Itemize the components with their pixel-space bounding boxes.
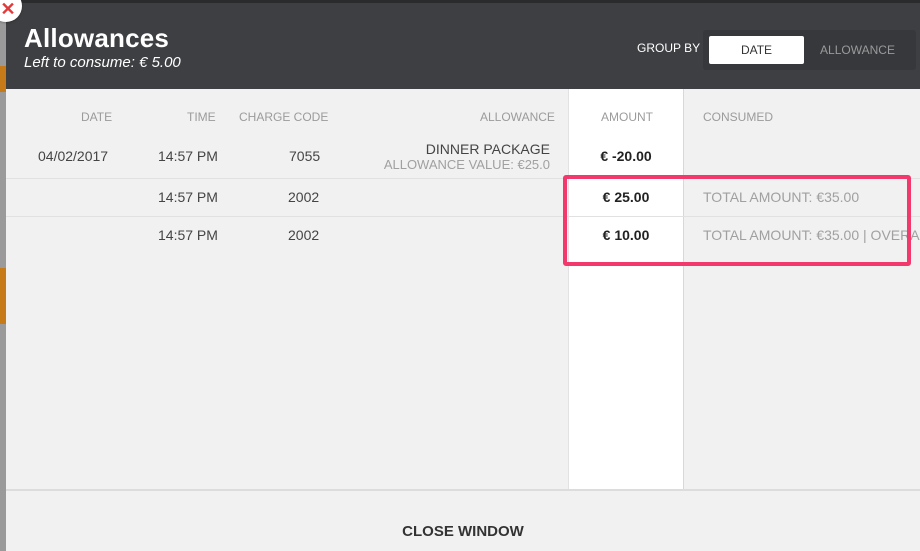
cell-time: 14:57 PM — [158, 148, 218, 164]
table-row: 04/02/2017 14:57 PM 7055 DINNER PACKAGE … — [6, 134, 920, 178]
cell-consumed: TOTAL AMOUNT: €35.00 | OVERAG — [703, 227, 920, 243]
modal-title: Allowances — [24, 23, 170, 53]
cell-amount: € 10.00 — [602, 227, 650, 243]
modal-header: Allowances Left to consume: € 5.00 GROUP… — [6, 0, 920, 89]
cell-consumed: TOTAL AMOUNT: €35.00 — [703, 189, 860, 205]
allowances-table: DATE TIME CHARGE CODE ALLOWANCE AMOUNT C… — [6, 89, 920, 489]
group-by-date-button[interactable]: DATE — [709, 36, 804, 64]
column-header-allowance: ALLOWANCE — [480, 110, 555, 124]
allowances-modal: Allowances Left to consume: € 5.00 GROUP… — [6, 0, 920, 551]
column-header-charge-code: CHARGE CODE — [239, 110, 329, 124]
group-by-allowance-button[interactable]: ALLOWANCE — [810, 36, 905, 64]
column-header-date: DATE — [81, 110, 113, 124]
cell-date: 04/02/2017 — [38, 148, 109, 164]
left-to-consume-text: Left to consume: € 5.00 — [24, 54, 181, 71]
cell-charge-code: 2002 — [288, 227, 320, 243]
table-row: 14:57 PM 2002 € 25.00 TOTAL AMOUNT: €35.… — [6, 178, 920, 216]
column-header-time: TIME — [187, 110, 216, 124]
close-window-button[interactable]: CLOSE WINDOW — [402, 523, 524, 540]
cell-amount: € -20.00 — [600, 148, 652, 164]
cell-allowance-value: ALLOWANCE VALUE: €25.0 — [383, 157, 550, 172]
modal-footer: CLOSE WINDOW — [6, 489, 920, 551]
group-by-label: GROUP BY — [637, 41, 701, 55]
group-by-toggle: DATE ALLOWANCE — [703, 30, 916, 70]
cell-allowance: DINNER PACKAGE — [425, 141, 550, 157]
cell-time: 14:57 PM — [158, 227, 218, 243]
cell-charge-code: 2002 — [288, 189, 320, 205]
column-header-amount: AMOUNT — [601, 110, 653, 124]
cell-time: 14:57 PM — [158, 189, 218, 205]
cell-charge-code: 7055 — [289, 148, 321, 164]
column-header-consumed: CONSUMED — [703, 110, 774, 124]
table-row: 14:57 PM 2002 € 10.00 TOTAL AMOUNT: €35.… — [6, 216, 920, 254]
cell-amount: € 25.00 — [602, 189, 650, 205]
